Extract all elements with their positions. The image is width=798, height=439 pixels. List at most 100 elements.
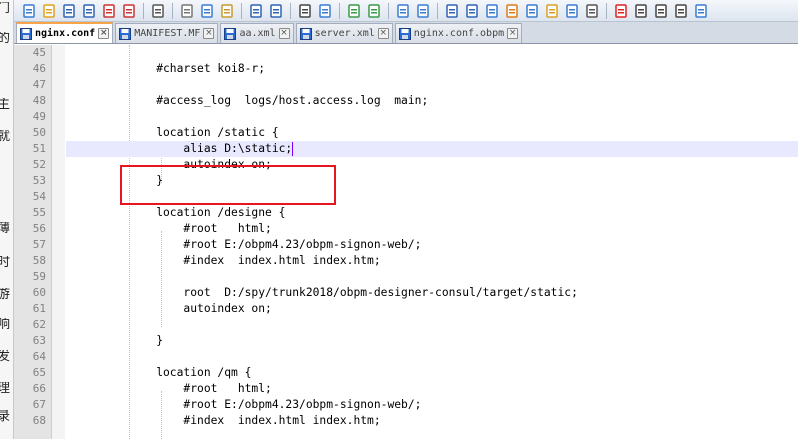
- code-line[interactable]: 51 alias D:\static;: [14, 141, 798, 157]
- code-line[interactable]: 55 location /designe {: [14, 205, 798, 221]
- code-line[interactable]: 57 #root E:/obpm4.23/obpm-signon-web/;: [14, 237, 798, 253]
- background-text-char: 薄: [0, 222, 11, 236]
- save-file-icon: [20, 27, 32, 40]
- play-macro-icon[interactable]: [652, 2, 670, 20]
- text-caret: [292, 142, 294, 156]
- background-text-char: 响: [0, 318, 11, 332]
- toolbar-separator: [172, 2, 173, 19]
- line-number: 46: [32, 62, 46, 75]
- background-text-char: 发: [0, 350, 11, 364]
- code-text: root D:/spy/trunk2018/obpm-designer-cons…: [129, 286, 578, 299]
- code-line[interactable]: 47: [14, 77, 798, 93]
- code-line[interactable]: 60 root D:/spy/trunk2018/obpm-designer-c…: [14, 285, 798, 301]
- save-macro-icon[interactable]: [692, 2, 710, 20]
- code-text: #index index.html index.htm;: [129, 414, 381, 427]
- code-text: #root html;: [129, 382, 272, 395]
- line-number: 52: [32, 158, 46, 171]
- tab-close-icon[interactable]: ×: [98, 28, 110, 39]
- undo-icon[interactable]: [247, 2, 265, 20]
- doc-map-icon[interactable]: [523, 2, 541, 20]
- code-line[interactable]: 68 #index index.html index.htm;: [14, 413, 798, 429]
- folder-workspace-icon[interactable]: [563, 2, 581, 20]
- monitor-icon[interactable]: [583, 2, 601, 20]
- save-icon[interactable]: [60, 2, 78, 20]
- code-line[interactable]: 67 #root E:/obpm4.23/obpm-signon-web/;: [14, 397, 798, 413]
- line-number: 49: [32, 110, 46, 123]
- word-wrap-icon[interactable]: [443, 2, 461, 20]
- tab-server-xml[interactable]: server.xml ×: [295, 23, 393, 43]
- print-icon[interactable]: [149, 2, 167, 20]
- code-line[interactable]: 56 #root html;: [14, 221, 798, 237]
- code-line[interactable]: 48 #access_log logs/host.access.log main…: [14, 93, 798, 109]
- cut-icon[interactable]: [178, 2, 196, 20]
- code-line[interactable]: 46 #charset koi8-r;: [14, 61, 798, 77]
- open-file-icon[interactable]: [40, 2, 58, 20]
- tab-close-icon[interactable]: ×: [203, 28, 215, 39]
- line-number: 64: [32, 350, 46, 363]
- language-icon[interactable]: [503, 2, 521, 20]
- line-number: 61: [32, 302, 46, 315]
- tab-manifest-mf[interactable]: MANIFEST.MF ×: [115, 23, 219, 43]
- tab-aa-xml[interactable]: aa.xml ×: [220, 23, 294, 43]
- code-line[interactable]: 45: [14, 45, 798, 61]
- code-line[interactable]: 64: [14, 349, 798, 365]
- record-macro-icon[interactable]: [612, 2, 630, 20]
- code-text: }: [129, 334, 164, 347]
- code-text: alias D:\static;: [129, 142, 293, 155]
- code-line[interactable]: 63 }: [14, 333, 798, 349]
- indent-guide-icon[interactable]: [483, 2, 501, 20]
- code-line[interactable]: 61 autoindex on;: [14, 301, 798, 317]
- copy-icon[interactable]: [198, 2, 216, 20]
- toolbar-separator: [290, 2, 291, 19]
- replace-icon[interactable]: [316, 2, 334, 20]
- find-icon[interactable]: [296, 2, 314, 20]
- code-editor[interactable]: 45 46 #charset koi8-r; 47 48 #access_log lo…: [14, 45, 798, 439]
- zoom-out-icon[interactable]: [365, 2, 383, 20]
- tab-label: nginx.conf.obpm: [413, 28, 505, 39]
- sync-horizontal-icon[interactable]: [414, 2, 432, 20]
- save-all-icon[interactable]: [80, 2, 98, 20]
- code-text: location /designe {: [129, 206, 286, 219]
- stop-record-icon[interactable]: [632, 2, 650, 20]
- tab-close-icon[interactable]: ×: [278, 28, 290, 39]
- function-list-icon[interactable]: [543, 2, 561, 20]
- code-line[interactable]: 65 location /qm {: [14, 365, 798, 381]
- tab-bar: nginx.conf × MANIFEST.MF × aa.xml × server.xml…: [14, 22, 798, 44]
- tab-close-icon[interactable]: ×: [507, 28, 519, 39]
- line-number: 57: [32, 238, 46, 251]
- sync-vertical-icon[interactable]: [394, 2, 412, 20]
- code-text: location /static {: [129, 126, 279, 139]
- show-all-chars-icon[interactable]: [463, 2, 481, 20]
- toolbar-separator: [339, 2, 340, 19]
- tab-nginx-conf-obpm[interactable]: nginx.conf.obpm ×: [394, 23, 523, 43]
- line-number: 63: [32, 334, 46, 347]
- toolbar-separator: [437, 2, 438, 19]
- code-line[interactable]: 58 #index index.html index.htm;: [14, 253, 798, 269]
- tab-close-icon[interactable]: ×: [377, 28, 389, 39]
- code-line[interactable]: 62: [14, 317, 798, 333]
- zoom-in-icon[interactable]: [345, 2, 363, 20]
- code-text: #charset koi8-r;: [129, 62, 266, 75]
- line-number: 55: [32, 206, 46, 219]
- toolbar: [14, 0, 798, 22]
- save-file-icon: [224, 27, 237, 40]
- line-number: 59: [32, 270, 46, 283]
- line-number: 60: [32, 286, 46, 299]
- close-all-icon[interactable]: [120, 2, 138, 20]
- tab-label: server.xml: [314, 28, 375, 39]
- tab-label: nginx.conf: [35, 28, 96, 39]
- save-file-icon: [398, 27, 411, 40]
- code-line[interactable]: 49: [14, 109, 798, 125]
- code-line[interactable]: 66 #root html;: [14, 381, 798, 397]
- close-icon[interactable]: [100, 2, 118, 20]
- redo-icon[interactable]: [267, 2, 285, 20]
- tab-label: aa.xml: [239, 28, 276, 39]
- code-line[interactable]: 59: [14, 269, 798, 285]
- tab-nginx-conf[interactable]: nginx.conf ×: [16, 22, 114, 43]
- code-text: location /qm {: [129, 366, 252, 379]
- new-file-icon[interactable]: [20, 2, 38, 20]
- line-number: 51: [32, 142, 46, 155]
- code-line[interactable]: 50 location /static {: [14, 125, 798, 141]
- paste-icon[interactable]: [218, 2, 236, 20]
- run-macro-multiple-icon[interactable]: [672, 2, 690, 20]
